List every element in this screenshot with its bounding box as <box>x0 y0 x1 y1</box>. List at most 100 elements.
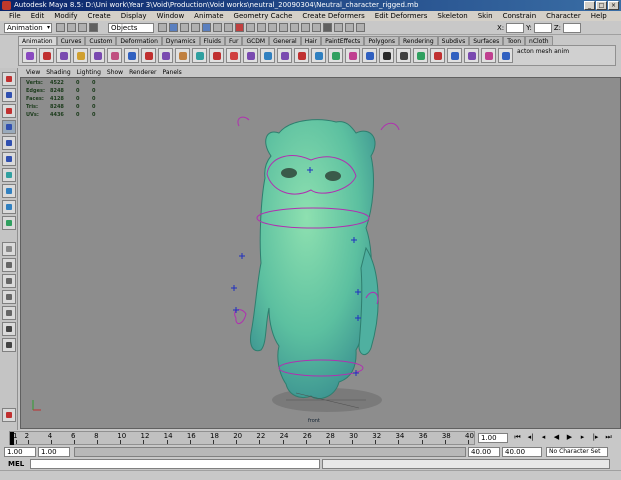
character-set-dropdown[interactable]: No Character Set <box>546 447 608 457</box>
snap-point-icon[interactable] <box>301 23 310 32</box>
panel-menu-shading[interactable]: Shading <box>43 68 73 77</box>
hypershade-layout-icon[interactable] <box>2 322 16 336</box>
lasso-tool-icon[interactable] <box>2 88 16 102</box>
point-constraint-icon[interactable] <box>175 48 190 63</box>
locator[interactable] <box>233 307 239 313</box>
x-field[interactable] <box>506 23 525 33</box>
bind-skin-icon[interactable] <box>73 48 88 63</box>
four-view-layout-icon[interactable] <box>2 258 16 272</box>
menu-display[interactable]: Display <box>116 11 152 21</box>
menu-geometry-cache[interactable]: Geometry Cache <box>229 11 298 21</box>
manipulator-tool-icon[interactable] <box>2 168 16 182</box>
shelf-tab-ncloth[interactable]: nCloth <box>525 36 553 45</box>
play-backwards-button[interactable]: ◀ <box>551 433 562 443</box>
time-slider[interactable]: 1 2 4 6 8 10 12 14 16 18 20 22 24 26 28 30 32 34 36 38 40 1.… <box>0 430 621 446</box>
shelf-tab-fur[interactable]: Fur <box>225 36 243 45</box>
menu-help[interactable]: Help <box>586 11 612 21</box>
trax-editor-icon[interactable] <box>311 48 326 63</box>
subcharacter-icon[interactable] <box>413 48 428 63</box>
cluster-icon[interactable] <box>90 48 105 63</box>
shelf-tab-custom[interactable]: Custom <box>85 36 117 45</box>
shelf-tab-subdivs[interactable]: Subdivs <box>437 36 470 45</box>
sculpt-tool-icon[interactable] <box>2 216 16 230</box>
right-ear-control[interactable] <box>380 122 400 131</box>
shelf-tab-painteffects[interactable]: PaintEffects <box>321 36 365 45</box>
shelf-tab-toon[interactable]: Toon <box>503 36 526 45</box>
panel-menu-show[interactable]: Show <box>104 68 126 77</box>
z-field[interactable] <box>563 23 581 33</box>
menu-create[interactable]: Create <box>82 11 115 21</box>
joint-tool-icon[interactable] <box>56 48 71 63</box>
persp-graph-layout-icon[interactable] <box>2 306 16 320</box>
ipr-render-icon[interactable] <box>345 23 354 32</box>
shelf-tab-general[interactable]: General <box>269 36 301 45</box>
playback-end-field[interactable]: 40.00 <box>468 447 500 457</box>
select-by-component-icon[interactable] <box>180 23 189 32</box>
snap-grid-icon[interactable] <box>279 23 288 32</box>
minimize-button[interactable]: _ <box>584 1 595 10</box>
y-field[interactable] <box>533 23 552 33</box>
dope-sheet-icon[interactable] <box>294 48 309 63</box>
select-by-hierarchy-icon[interactable] <box>158 23 167 32</box>
wrap-icon[interactable] <box>124 48 139 63</box>
curve-mask-icon[interactable] <box>213 23 222 32</box>
command-input[interactable] <box>30 459 320 469</box>
menu-character[interactable]: Character <box>541 11 586 21</box>
render-globals-icon[interactable] <box>356 23 365 32</box>
menu-constrain[interactable]: Constrain <box>498 11 542 21</box>
left-ear-control[interactable] <box>237 116 250 127</box>
smooth-bind-icon[interactable] <box>481 48 496 63</box>
joint-mask-icon[interactable] <box>202 23 211 32</box>
selection-mask-icon[interactable] <box>89 23 98 32</box>
move-tool-icon[interactable] <box>2 120 16 134</box>
shelf-tab-polygons[interactable]: Polygons <box>364 36 400 45</box>
shelf-tab-gcdm[interactable]: GCDM <box>242 36 270 45</box>
select-by-object-type-icon[interactable] <box>169 23 178 32</box>
snap-plane-icon[interactable] <box>312 23 321 32</box>
dynamic-mask-icon[interactable] <box>246 23 255 32</box>
menu-skeleton[interactable]: Skeleton <box>432 11 472 21</box>
shelf-custom-buttons[interactable]: acton mesh anim <box>515 48 569 63</box>
select-tool-icon[interactable] <box>2 72 16 86</box>
shelf-tab-dynamics[interactable]: Dynamics <box>161 36 200 45</box>
set-key-icon[interactable] <box>22 48 37 63</box>
locator[interactable] <box>231 285 237 291</box>
ghost-icon[interactable] <box>379 48 394 63</box>
graph-editor-icon[interactable] <box>277 48 292 63</box>
set-driven-key-icon[interactable] <box>328 48 343 63</box>
paint-select-tool-icon[interactable] <box>2 104 16 118</box>
menu-edit-deformers[interactable]: Edit Deformers <box>370 11 433 21</box>
menu-window[interactable]: Window <box>152 11 190 21</box>
render-icon[interactable] <box>334 23 343 32</box>
parent-constraint-icon[interactable] <box>158 48 173 63</box>
mel-label[interactable]: MEL <box>8 460 24 468</box>
center-pivot-icon[interactable] <box>464 48 479 63</box>
scale-tool-icon[interactable] <box>2 152 16 166</box>
surface-mask-icon[interactable] <box>224 23 233 32</box>
open-scene-icon[interactable] <box>67 23 76 32</box>
deformation-mask-icon[interactable] <box>235 23 244 32</box>
playback-start-field[interactable]: 1.00 <box>38 447 70 457</box>
orient-constraint-icon[interactable] <box>192 48 207 63</box>
render-view-icon[interactable] <box>323 23 332 32</box>
character-model[interactable] <box>21 78 621 429</box>
new-scene-icon[interactable] <box>56 23 65 32</box>
step-back-key-button[interactable]: ◂| <box>525 433 536 443</box>
outliner-layout-icon[interactable] <box>2 338 16 352</box>
delete-history-icon[interactable] <box>430 48 445 63</box>
single-view-layout-icon[interactable] <box>2 242 16 256</box>
hypergraph-icon[interactable] <box>260 48 275 63</box>
lattice-icon[interactable] <box>107 48 122 63</box>
snap-curve-icon[interactable] <box>290 23 299 32</box>
blend-shape-icon[interactable] <box>141 48 156 63</box>
shelf-tab-hair[interactable]: Hair <box>300 36 322 45</box>
animation-end-field[interactable]: 40.00 <box>502 447 542 457</box>
current-frame-field[interactable]: 1.00 <box>478 433 508 443</box>
pole-vector-icon[interactable] <box>226 48 241 63</box>
soft-mod-tool-icon[interactable] <box>2 200 16 214</box>
save-scene-icon[interactable] <box>78 23 87 32</box>
go-to-end-button[interactable]: ⏭ <box>603 433 614 443</box>
menu-skin[interactable]: Skin <box>473 11 498 21</box>
custom-tool-icon[interactable] <box>2 408 16 422</box>
menu-edit[interactable]: Edit <box>26 11 50 21</box>
